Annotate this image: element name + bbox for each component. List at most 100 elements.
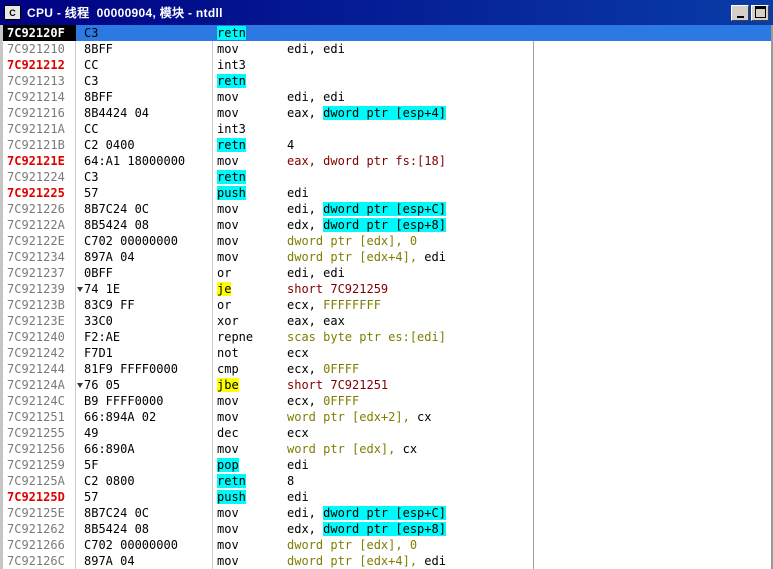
- operand: dword ptr [esp+8]: [323, 218, 446, 232]
- disasm-row[interactable]: 7C92126C 897A 04 mov dword ptr [edx+4], edi: [3, 553, 771, 569]
- mnemonic: retn: [217, 138, 246, 152]
- operand: edi, edi: [287, 90, 345, 104]
- operand: dword ptr [esp+C]: [323, 202, 446, 216]
- operand: edi,: [287, 506, 324, 520]
- hex-bytes-cell: 0BFF: [84, 265, 213, 281]
- comment-cell: [534, 89, 771, 105]
- mnemonic: int3: [217, 58, 246, 72]
- hex-bytes-cell: 76 05: [84, 377, 213, 393]
- address-cell: 7C921216: [3, 105, 76, 121]
- disasm-row[interactable]: 7C921256 66:890A mov word ptr [edx], cx: [3, 441, 771, 457]
- hex-bytes-cell: 8B7C24 0C: [84, 505, 213, 521]
- mnemonic: int3: [217, 122, 246, 136]
- operand: word ptr [edx+2],: [287, 410, 418, 424]
- operands-cell: dword ptr [edx+4], edi: [287, 553, 534, 569]
- disasm-row[interactable]: 7C921237 0BFF or edi, edi: [3, 265, 771, 281]
- disasm-row[interactable]: 7C921239 74 1E je short 7C921259: [3, 281, 771, 297]
- mnemonic: mov: [217, 218, 239, 232]
- jump-marker-cell: [76, 217, 84, 233]
- operands-cell: short 7C921251: [287, 377, 534, 393]
- mnemonic: or: [217, 298, 232, 312]
- titlebar[interactable]: C CPU - 线程 00000904, 模块 - ntdll: [0, 0, 773, 25]
- comment-cell: [534, 185, 771, 201]
- jump-marker-cell: [76, 521, 84, 537]
- operands-cell: [287, 169, 534, 185]
- disasm-row[interactable]: 7C92121E 64:A1 18000000 mov eax, dword ptr …: [3, 153, 771, 169]
- comment-cell: [534, 489, 771, 505]
- mnemonic: mov: [217, 522, 239, 536]
- disasm-row[interactable]: 7C92122E C702 00000000 mov dword ptr [edx],…: [3, 233, 771, 249]
- operand: dword ptr [esp+C]: [323, 506, 446, 520]
- mnemonic: repne: [217, 330, 254, 344]
- operands-cell: [287, 57, 534, 73]
- operands-cell: [287, 121, 534, 137]
- comment-cell: [534, 57, 771, 73]
- disasm-row[interactable]: 7C92123B 83C9 FF or ecx, FFFFFFFF: [3, 297, 771, 313]
- disasm-row[interactable]: 7C92120F C3 retn: [3, 25, 771, 41]
- disasm-row[interactable]: 7C921213 C3 retn: [3, 73, 771, 89]
- jump-marker-cell: [76, 329, 84, 345]
- comment-cell: [534, 345, 771, 361]
- operands-cell: word ptr [edx], cx: [287, 441, 534, 457]
- disasm-row[interactable]: 7C92124C B9 FFFF0000 mov ecx, 0FFFF: [3, 393, 771, 409]
- operand: eax, dword ptr fs:[18]: [287, 154, 446, 168]
- mnemonic-cell: dec: [213, 425, 287, 441]
- operand: edi,: [287, 202, 324, 216]
- disasm-row[interactable]: 7C921214 8BFF mov edi, edi: [3, 89, 771, 105]
- minimize-button[interactable]: [731, 4, 749, 21]
- mnemonic: push: [217, 490, 246, 504]
- comment-cell: [534, 473, 771, 489]
- disasm-row[interactable]: 7C921240 F2:AE repne scas byte ptr es:[edi]: [3, 329, 771, 345]
- maximize-button[interactable]: [751, 4, 769, 21]
- address-cell: 7C921255: [3, 425, 76, 441]
- disasm-row[interactable]: 7C92124A 76 05 jbe short 7C921251: [3, 377, 771, 393]
- disasm-row[interactable]: 7C921224 C3 retn: [3, 169, 771, 185]
- disasm-row[interactable]: 7C921234 897A 04 mov dword ptr [edx+4], edi: [3, 249, 771, 265]
- operand: eax,: [287, 106, 324, 120]
- disasm-row[interactable]: 7C921216 8B4424 04 mov eax, dword ptr [esp+…: [3, 105, 771, 121]
- disasm-row[interactable]: 7C92125E 8B7C24 0C mov edi, dword ptr [esp+…: [3, 505, 771, 521]
- operands-cell: edi: [287, 457, 534, 473]
- disasm-row[interactable]: 7C92125A C2 0800 retn 8: [3, 473, 771, 489]
- jump-marker-cell: [76, 425, 84, 441]
- disasm-row[interactable]: 7C92121B C2 0400 retn 4: [3, 137, 771, 153]
- disasm-row[interactable]: 7C921255 49 dec ecx: [3, 425, 771, 441]
- jump-marker-cell: [76, 41, 84, 57]
- hex-bytes-cell: 66:894A 02: [84, 409, 213, 425]
- disasm-row[interactable]: 7C921210 8BFF mov edi, edi: [3, 41, 771, 57]
- address-cell: 7C921259: [3, 457, 76, 473]
- disasm-row[interactable]: 7C921212 CC int3: [3, 57, 771, 73]
- disasm-row[interactable]: 7C921259 5F pop edi: [3, 457, 771, 473]
- disasm-row[interactable]: 7C92122A 8B5424 08 mov edx, dword ptr [esp+…: [3, 217, 771, 233]
- mnemonic-cell: retn: [213, 169, 287, 185]
- comment-cell: [534, 217, 771, 233]
- mnemonic-cell: int3: [213, 121, 287, 137]
- disasm-row[interactable]: 7C92121A CC int3: [3, 121, 771, 137]
- disasm-row[interactable]: 7C921225 57 push edi: [3, 185, 771, 201]
- disasm-row[interactable]: 7C921244 81F9 FFFF0000 cmp ecx, 0FFFF: [3, 361, 771, 377]
- mnemonic-cell: retn: [213, 25, 287, 41]
- jump-marker-cell: [76, 489, 84, 505]
- operand: short 7C921259: [287, 282, 389, 296]
- operand: edi: [287, 186, 309, 200]
- comment-cell: [534, 265, 771, 281]
- window-title: CPU - 线程 00000904, 模块 - ntdll: [27, 6, 223, 20]
- comment-cell: [534, 313, 771, 329]
- hex-bytes-cell: C3: [84, 26, 99, 40]
- hex-bytes-cell: 897A 04: [84, 553, 213, 569]
- disasm-row[interactable]: 7C921266 C702 00000000 mov dword ptr [edx],…: [3, 537, 771, 553]
- mnemonic: xor: [217, 314, 239, 328]
- disassembly-pane[interactable]: 7C92120F C3 retn 7C921210 8BFF mov edi, edi 7C9…: [0, 25, 773, 569]
- mnemonic-cell: retn: [213, 137, 287, 153]
- disasm-row[interactable]: 7C921251 66:894A 02 mov word ptr [edx+2], c…: [3, 409, 771, 425]
- disasm-row[interactable]: 7C921242 F7D1 not ecx: [3, 345, 771, 361]
- jump-marker-cell: [76, 249, 84, 265]
- disasm-row[interactable]: 7C921226 8B7C24 0C mov edi, dword ptr [esp+…: [3, 201, 771, 217]
- disasm-row[interactable]: 7C92123E 33C0 xor eax, eax: [3, 313, 771, 329]
- comment-cell: [534, 393, 771, 409]
- disasm-row[interactable]: 7C92125D 57 push edi: [3, 489, 771, 505]
- disasm-row[interactable]: 7C921262 8B5424 08 mov edx, dword ptr [esp+…: [3, 521, 771, 537]
- mnemonic-cell: mov: [213, 233, 287, 249]
- operand: 4: [287, 138, 295, 152]
- hex-bytes-cell: 74 1E: [84, 281, 213, 297]
